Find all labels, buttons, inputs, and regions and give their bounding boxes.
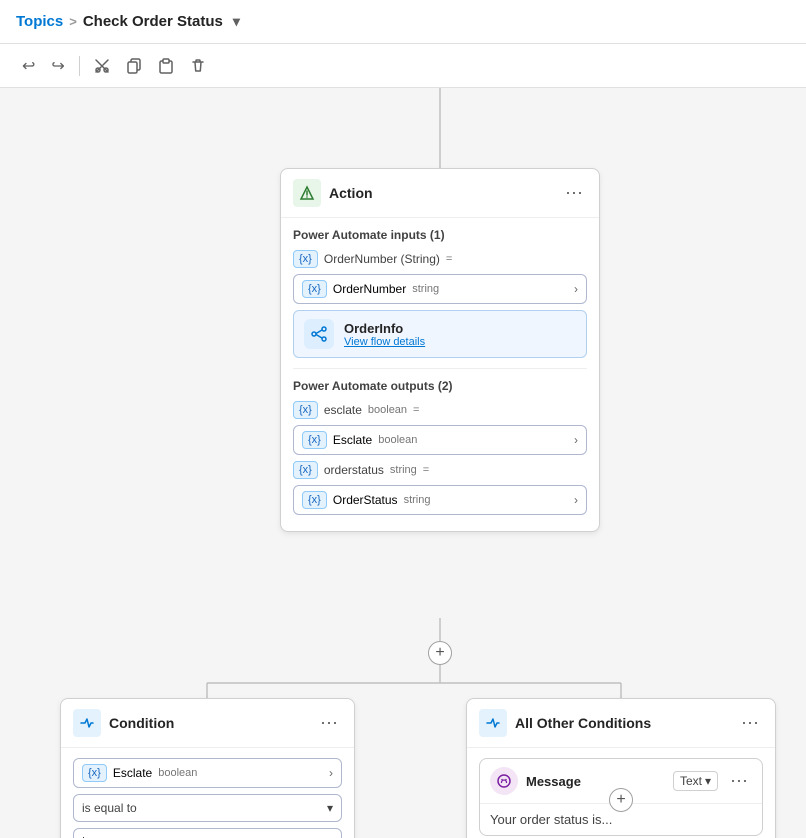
view-flow-details-link[interactable]: View flow details	[344, 336, 425, 348]
breadcrumb-separator: >	[69, 14, 77, 29]
input-param-eq: =	[446, 253, 452, 265]
condition-card: Condition ⋯ {x} Esclate boolean › is equ…	[60, 698, 355, 838]
condition-operator-select[interactable]: is equal to ▾	[73, 794, 342, 822]
input-field-name: OrderNumber	[333, 282, 406, 296]
input-field-arrow: ›	[574, 282, 578, 296]
output1-badge: {x}	[293, 401, 318, 419]
input-param-badge: {x}	[293, 250, 318, 268]
action-menu-button[interactable]: ⋯	[561, 181, 587, 206]
condition-value: true	[82, 834, 103, 838]
other-card-title: All Other Conditions	[515, 715, 729, 731]
flow-info: OrderInfo View flow details	[344, 321, 425, 348]
action-card-header: Action ⋯	[281, 169, 599, 218]
chevron-down-icon[interactable]: ▾	[233, 13, 240, 30]
breadcrumb: Topics > Check Order Status ▾	[16, 13, 240, 30]
input-field-type: string	[412, 283, 439, 295]
text-dropdown-chevron: ▾	[705, 774, 711, 788]
cut-button[interactable]	[88, 54, 116, 78]
message-icon	[490, 767, 518, 795]
message-title: Message	[526, 774, 665, 789]
output2-type: string	[390, 464, 417, 476]
condition-field[interactable]: {x} Esclate boolean ›	[73, 758, 342, 788]
other-card-icon	[479, 709, 507, 737]
condition-field-type: boolean	[158, 767, 197, 779]
output2-field-arrow: ›	[574, 493, 578, 507]
text-type-dropdown[interactable]: Text ▾	[673, 771, 718, 791]
output2-field-name: OrderStatus	[333, 493, 398, 507]
output1-eq: =	[413, 404, 419, 416]
message-menu-button[interactable]: ⋯	[726, 769, 752, 794]
other-card-header: All Other Conditions ⋯	[467, 699, 775, 748]
redo-button[interactable]: ↪	[45, 52, 70, 80]
output1-field-name: Esclate	[333, 433, 372, 447]
header: Topics > Check Order Status ▾	[0, 0, 806, 44]
output1-field-badge: {x}	[302, 431, 327, 449]
output2-field-badge: {x}	[302, 491, 327, 509]
canvas: + + Action ⋯ Power Automate inputs (1) {…	[0, 88, 806, 838]
output2-badge: {x}	[293, 461, 318, 479]
toolbar-divider	[79, 56, 80, 76]
flow-box: OrderInfo View flow details	[293, 310, 587, 358]
output2-param-row: {x} orderstatus string =	[293, 461, 587, 479]
inputs-label: Power Automate inputs (1)	[293, 228, 587, 242]
output1-param-row: {x} esclate boolean =	[293, 401, 587, 419]
action-icon	[293, 179, 321, 207]
flow-name: OrderInfo	[344, 321, 425, 336]
esclate-field[interactable]: {x} Esclate boolean ›	[293, 425, 587, 455]
condition-menu-button[interactable]: ⋯	[316, 711, 342, 736]
condition-card-title: Condition	[109, 715, 308, 731]
condition-icon	[73, 709, 101, 737]
condition-value-arrow: ›	[329, 834, 333, 838]
orderstatus-field[interactable]: {x} OrderStatus string ›	[293, 485, 587, 515]
output2-field-type: string	[404, 494, 431, 506]
condition-value-field[interactable]: true ›	[73, 828, 342, 838]
flow-icon	[304, 319, 334, 349]
action-card: Action ⋯ Power Automate inputs (1) {x} O…	[280, 168, 600, 532]
other-card-menu-button[interactable]: ⋯	[737, 711, 763, 736]
input-field-badge: {x}	[302, 280, 327, 298]
output1-type: boolean	[368, 404, 407, 416]
order-number-field[interactable]: {x} OrderNumber string ›	[293, 274, 587, 304]
breadcrumb-current: Check Order Status	[83, 13, 223, 30]
chevron-down-icon: ▾	[327, 801, 333, 815]
copy-button[interactable]	[120, 54, 148, 78]
breadcrumb-topics[interactable]: Topics	[16, 13, 63, 30]
other-conditions-card: All Other Conditions ⋯ Message Text ▾	[466, 698, 776, 838]
add-other-node-button[interactable]: +	[609, 788, 633, 812]
output1-name: esclate	[324, 403, 362, 417]
output1-field-arrow: ›	[574, 433, 578, 447]
output2-eq: =	[423, 464, 429, 476]
paste-button[interactable]	[152, 54, 180, 78]
toolbar: ↩ ↪	[0, 44, 806, 88]
condition-field-name: Esclate	[113, 766, 152, 780]
input-param-row: {x} OrderNumber (String) =	[293, 250, 587, 268]
input-param-name: OrderNumber (String)	[324, 252, 440, 266]
text-label: Text	[680, 774, 702, 788]
output2-name: orderstatus	[324, 463, 384, 477]
section-divider	[293, 368, 587, 369]
delete-button[interactable]	[184, 54, 212, 78]
output1-field-type: boolean	[378, 434, 417, 446]
action-card-body: Power Automate inputs (1) {x} OrderNumbe…	[281, 218, 599, 531]
undo-button[interactable]: ↩	[16, 52, 41, 80]
message-content: Your order status is...	[490, 812, 612, 827]
outputs-label: Power Automate outputs (2)	[293, 379, 587, 393]
add-node-button[interactable]: +	[428, 641, 452, 665]
condition-card-body: {x} Esclate boolean › is equal to ▾ true…	[61, 748, 354, 838]
condition-field-arrow: ›	[329, 766, 333, 780]
condition-field-badge: {x}	[82, 764, 107, 782]
condition-operator-label: is equal to	[82, 801, 137, 815]
condition-card-header: Condition ⋯	[61, 699, 354, 748]
action-card-title: Action	[329, 185, 553, 201]
